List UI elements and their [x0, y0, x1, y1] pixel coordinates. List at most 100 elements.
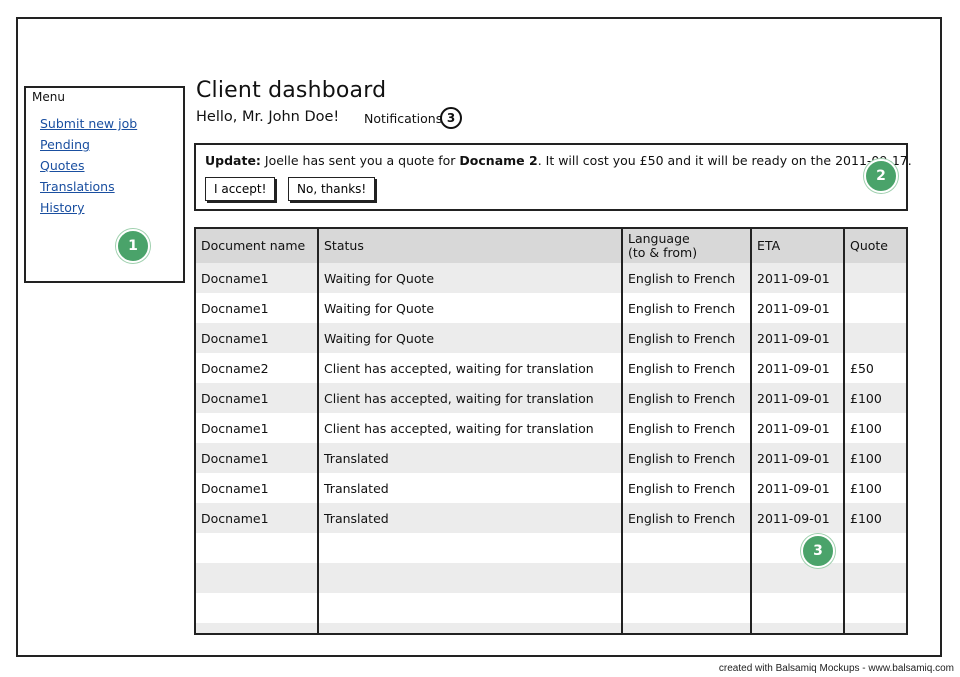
cell-document-name: Docname1 — [196, 443, 319, 473]
notifications-link[interactable]: Notifications — [364, 111, 442, 126]
page-title: Client dashboard — [196, 78, 387, 103]
cell-document-name: Docname2 — [196, 353, 319, 383]
table-row[interactable]: Docname1 Translated English to French 2011-… — [196, 443, 906, 473]
cell-quote — [844, 593, 906, 623]
accept-quote-button[interactable]: I accept! — [205, 177, 276, 201]
cell-quote: £100 — [844, 443, 906, 473]
table-row[interactable] — [196, 533, 906, 563]
annotation-badge-1: 1 — [116, 229, 150, 263]
column-header-status[interactable]: Status — [318, 229, 623, 263]
cell-eta: 2011-09-01 — [751, 413, 845, 443]
cell-document-name: Docname1 — [196, 383, 319, 413]
cell-language: English to French — [622, 263, 752, 293]
menu-item-quotes: Quotes — [40, 154, 137, 175]
cell-status: Translated — [318, 473, 623, 503]
menu-link-translations[interactable]: Translations — [40, 179, 115, 194]
column-header-document-name[interactable]: Document name — [196, 229, 319, 263]
table-row[interactable]: Docname1 Translated English to French 2011-… — [196, 473, 906, 503]
table-row[interactable]: Docname1 Translated English to French 2011-… — [196, 503, 906, 533]
update-panel: Update: Joelle has sent you a quote for … — [194, 143, 912, 211]
cell-status: Client has accepted, waiting for transla… — [318, 383, 623, 413]
cell-eta: 2011-09-01 — [751, 383, 845, 413]
cell-language — [622, 533, 752, 563]
cell-quote: £50 — [844, 353, 906, 383]
menu-item-translations: Translations — [40, 175, 137, 196]
cell-status: Translated — [318, 443, 623, 473]
table-row[interactable] — [196, 593, 906, 623]
cell-status — [318, 533, 623, 563]
cell-document-name: Docname1 — [196, 323, 319, 353]
table-row[interactable]: Docname1 Client has accepted, waiting for… — [196, 383, 906, 413]
annotation-badge-3: 3 — [801, 534, 835, 568]
cell-document-name: Docname1 — [196, 263, 319, 293]
cell-language: English to French — [622, 413, 752, 443]
table-body: Docname1 Waiting for Quote English to Fren… — [196, 263, 906, 633]
cell-quote — [844, 533, 906, 563]
sidebar-menu: Menu Submit new job Pending Quotes Trans… — [24, 86, 185, 283]
cell-quote — [844, 623, 906, 633]
update-message: Update: Joelle has sent you a quote for … — [205, 153, 912, 168]
cell-quote — [844, 263, 906, 293]
menu-link-submit-new-job[interactable]: Submit new job — [40, 116, 137, 131]
table-row[interactable]: Docname2 Client has accepted, waiting for… — [196, 353, 906, 383]
cell-status: Waiting for Quote — [318, 323, 623, 353]
cell-language — [622, 623, 752, 633]
menu-link-history[interactable]: History — [40, 200, 84, 215]
cell-status: Waiting for Quote — [318, 263, 623, 293]
cell-quote — [844, 323, 906, 353]
table-row[interactable]: Docname1 Waiting for Quote English to Fren… — [196, 263, 906, 293]
cell-language: English to French — [622, 473, 752, 503]
table-row[interactable]: Docname1 Waiting for Quote English to Fren… — [196, 323, 906, 353]
cell-document-name: Docname1 — [196, 473, 319, 503]
table-row[interactable]: Docname1 Client has accepted, waiting for… — [196, 413, 906, 443]
cell-quote: £100 — [844, 503, 906, 533]
cell-language: English to French — [622, 503, 752, 533]
cell-eta: 2011-09-01 — [751, 263, 845, 293]
cell-quote: £100 — [844, 413, 906, 443]
column-header-quote[interactable]: Quote — [844, 229, 906, 263]
cell-status — [318, 593, 623, 623]
menu-title: Menu — [32, 90, 65, 104]
cell-status: Translated — [318, 503, 623, 533]
decline-quote-button[interactable]: No, thanks! — [288, 177, 376, 201]
cell-document-name: Docname1 — [196, 293, 319, 323]
menu-list: Submit new job Pending Quotes Translatio… — [40, 112, 137, 217]
cell-eta — [751, 623, 845, 633]
cell-eta — [751, 593, 845, 623]
menu-item-history: History — [40, 196, 137, 217]
cell-eta: 2011-09-01 — [751, 473, 845, 503]
cell-status — [318, 563, 623, 593]
cell-language: English to French — [622, 353, 752, 383]
column-header-eta[interactable]: ETA — [751, 229, 845, 263]
column-header-language[interactable]: Language (to & from) — [622, 229, 752, 263]
cell-status — [318, 623, 623, 633]
cell-status: Client has accepted, waiting for transla… — [318, 413, 623, 443]
cell-document-name: Docname1 — [196, 503, 319, 533]
menu-link-pending[interactable]: Pending — [40, 137, 90, 152]
cell-document-name — [196, 563, 319, 593]
cell-document-name — [196, 623, 319, 633]
table-row[interactable] — [196, 563, 906, 593]
cell-eta: 2011-09-01 — [751, 353, 845, 383]
greeting-text: Hello, Mr. John Doe! — [196, 109, 340, 125]
cell-language: English to French — [622, 383, 752, 413]
documents-table: Document name Status Language (to & from… — [194, 227, 908, 635]
update-doc-name: Docname 2 — [459, 153, 538, 168]
cell-eta: 2011-09-01 — [751, 293, 845, 323]
cell-language — [622, 593, 752, 623]
cell-document-name: Docname1 — [196, 413, 319, 443]
table-row[interactable]: Docname1 Waiting for Quote English to Fren… — [196, 293, 906, 323]
update-label: Update: — [205, 153, 261, 168]
table-row[interactable] — [196, 623, 906, 633]
cell-quote: £100 — [844, 383, 906, 413]
menu-link-quotes[interactable]: Quotes — [40, 158, 85, 173]
cell-language: English to French — [622, 323, 752, 353]
cell-eta: 2011-09-01 — [751, 323, 845, 353]
notifications-count-badge[interactable]: 3 — [440, 107, 462, 129]
cell-language: English to French — [622, 293, 752, 323]
table-header-row: Document name Status Language (to & from… — [196, 229, 906, 263]
cell-eta — [751, 563, 845, 593]
menu-item-submit-new-job: Submit new job — [40, 112, 137, 133]
footer-credit: created with Balsamiq Mockups - www.bals… — [718, 663, 954, 674]
cell-eta: 2011-09-01 — [751, 503, 845, 533]
